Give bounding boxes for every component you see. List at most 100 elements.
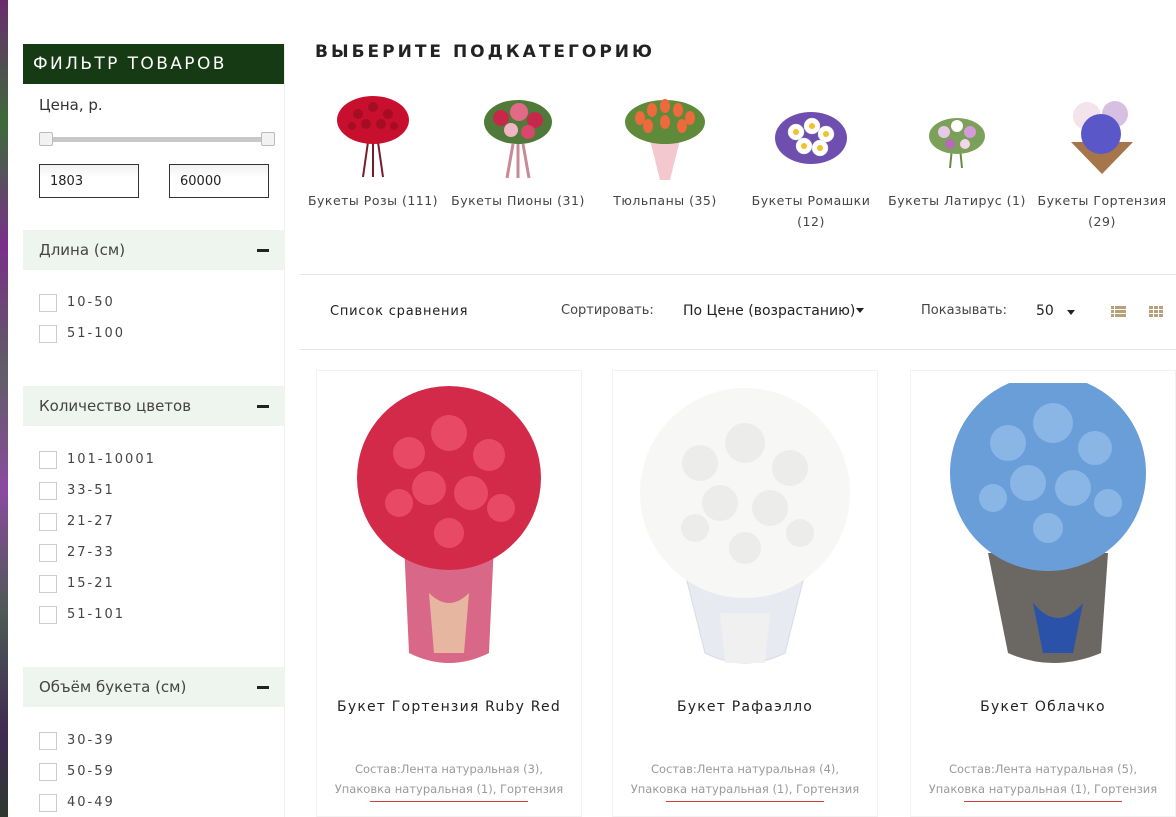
- tulip-bouquet-icon: [625, 99, 705, 180]
- price-label: Цена, р.: [39, 96, 103, 114]
- product-card[interactable]: Букет Гортензия Ruby Red Состав:Лента на…: [316, 370, 582, 817]
- chevron-down-icon[interactable]: [1067, 310, 1075, 315]
- divider-line: [964, 801, 1122, 802]
- sort-select[interactable]: По Цене (возрастанию): [683, 303, 861, 319]
- subcategory-hydrangea[interactable]: Букеты Гортензия (29): [1027, 92, 1176, 232]
- option-label: 40-49: [67, 795, 115, 810]
- product-name[interactable]: Букет Облачко: [911, 699, 1175, 715]
- product-grid: Букет Гортензия Ruby Red Состав:Лента на…: [300, 350, 1176, 817]
- subcategory-title: ВЫБЕРИТЕ ПОДКАТЕГОРИЮ: [315, 42, 655, 62]
- list-view-icon[interactable]: [1111, 306, 1126, 317]
- background-strip: [0, 0, 8, 817]
- compare-list-link[interactable]: Список сравнения: [330, 304, 468, 319]
- filter-option[interactable]: 10-50: [39, 287, 125, 318]
- red-roses-bouquet-icon: [337, 96, 409, 178]
- checkbox[interactable]: [39, 450, 57, 469]
- subcategory-label: Букеты Пионы (31): [451, 193, 585, 208]
- checkbox[interactable]: [39, 543, 57, 562]
- product-image[interactable]: [625, 383, 865, 683]
- checkbox[interactable]: [39, 762, 57, 781]
- checkbox[interactable]: [39, 512, 57, 531]
- subcategory-peonies[interactable]: Букеты Пионы (31): [443, 92, 593, 211]
- divider-line: [666, 801, 824, 802]
- catalog-toolbar: Список сравнения Сортировать: По Цене (в…: [300, 275, 1176, 350]
- hydrangea-bouquet-icon: [1071, 101, 1133, 174]
- price-max-input[interactable]: [169, 164, 269, 198]
- filter-options-volume: 30-39 50-59 40-49: [39, 725, 115, 817]
- filter-option[interactable]: 51-100: [39, 318, 125, 349]
- product-composition: Состав:Лента натуральная (3), Упаковка н…: [334, 762, 564, 796]
- filter-group-title: Объём букета (см): [39, 678, 187, 696]
- product-image[interactable]: [329, 383, 569, 683]
- filter-title: ФИЛЬТР ТОВАРОВ: [23, 44, 284, 84]
- subcategory-lathyrus[interactable]: Букеты Латирус (1): [882, 92, 1032, 211]
- filter-option[interactable]: 33-51: [39, 475, 156, 506]
- product-name[interactable]: Букет Рафаэлло: [613, 699, 877, 715]
- option-label: 51-100: [67, 326, 126, 341]
- collapse-minus-icon[interactable]: [257, 404, 269, 408]
- main-content: ВЫБЕРИТЕ ПОДКАТЕГОРИЮ Букеты Розы (111) …: [300, 0, 1176, 817]
- checkbox[interactable]: [39, 293, 57, 312]
- filter-option[interactable]: 27-33: [39, 537, 156, 568]
- slider-handle-min[interactable]: [39, 132, 53, 146]
- divider-line: [370, 801, 528, 802]
- option-label: 33-51: [67, 483, 115, 498]
- subcategory-list: Букеты Розы (111) Букеты Пионы (31) Тюль…: [300, 92, 1176, 242]
- lathyrus-bouquet-icon: [929, 118, 985, 169]
- subcategory-label: Букеты Гортензия (29): [1037, 193, 1167, 229]
- filter-option[interactable]: 50-59: [39, 756, 115, 787]
- product-image[interactable]: [923, 383, 1163, 683]
- product-card[interactable]: Букет Рафаэлло Состав:Лента натуральная …: [612, 370, 878, 817]
- product-name[interactable]: Букет Гортензия Ruby Red: [317, 699, 581, 715]
- checkbox[interactable]: [39, 605, 57, 624]
- checkbox[interactable]: [39, 481, 57, 500]
- sort-label: Сортировать:: [561, 303, 654, 318]
- slider-handle-max[interactable]: [261, 132, 275, 146]
- filter-group-title: Количество цветов: [39, 397, 192, 415]
- grid-view-icon[interactable]: [1149, 306, 1163, 317]
- filter-option[interactable]: 51-101: [39, 599, 156, 630]
- chevron-down-icon[interactable]: [856, 308, 864, 313]
- option-label: 101-10001: [67, 452, 156, 467]
- product-card[interactable]: Букет Облачко Состав:Лента натуральная (…: [910, 370, 1176, 817]
- filter-group-length[interactable]: Длина (см): [23, 230, 285, 270]
- price-min-input[interactable]: [39, 164, 139, 198]
- filter-group-volume[interactable]: Объём букета (см): [23, 667, 285, 707]
- checkbox[interactable]: [39, 731, 57, 750]
- subcategory-tulips[interactable]: Тюльпаны (35): [590, 92, 740, 211]
- slider-track: [39, 137, 275, 142]
- subcategory-roses[interactable]: Букеты Розы (111): [298, 92, 448, 211]
- filter-options-length: 10-50 51-100: [39, 287, 125, 349]
- checkbox[interactable]: [39, 793, 57, 812]
- price-inputs: [39, 164, 284, 198]
- daisy-bouquet-icon: [775, 112, 847, 164]
- filter-option[interactable]: 40-49: [39, 787, 115, 817]
- subcategory-label: Букеты Латирус (1): [888, 193, 1026, 208]
- product-composition: Состав:Лента натуральная (5), Упаковка н…: [928, 762, 1158, 796]
- option-label: 27-33: [67, 545, 115, 560]
- filter-group-title: Длина (см): [39, 241, 126, 259]
- subcategory-label: Букеты Ромашки (12): [751, 193, 871, 229]
- filter-group-flower-count[interactable]: Количество цветов: [23, 386, 285, 426]
- filter-option[interactable]: 101-10001: [39, 444, 156, 475]
- show-count-label: Показывать:: [921, 303, 1007, 318]
- checkbox[interactable]: [39, 324, 57, 343]
- checkbox[interactable]: [39, 574, 57, 593]
- filter-option[interactable]: 21-27: [39, 506, 156, 537]
- peony-bouquet-icon: [484, 100, 552, 179]
- filter-option[interactable]: 30-39: [39, 725, 115, 756]
- product-composition: Состав:Лента натуральная (4), Упаковка н…: [630, 762, 860, 796]
- show-count-select[interactable]: 50: [1036, 303, 1054, 319]
- collapse-minus-icon[interactable]: [257, 685, 269, 689]
- option-label: 10-50: [67, 295, 115, 310]
- filter-sidebar: ФИЛЬТР ТОВАРОВ Цена, р. Длина (см) 10-50…: [23, 44, 285, 817]
- collapse-minus-icon[interactable]: [257, 248, 269, 252]
- subcategory-label: Тюльпаны (35): [613, 193, 717, 208]
- option-label: 21-27: [67, 514, 115, 529]
- option-label: 15-21: [67, 576, 115, 591]
- price-range-slider[interactable]: [39, 132, 275, 146]
- subcategory-label: Букеты Розы (111): [307, 193, 439, 208]
- filter-option[interactable]: 15-21: [39, 568, 156, 599]
- filter-options-flower-count: 101-10001 33-51 21-27 27-33 15-21 51-101: [39, 444, 156, 630]
- subcategory-daisies[interactable]: Букеты Ромашки (12): [736, 92, 886, 232]
